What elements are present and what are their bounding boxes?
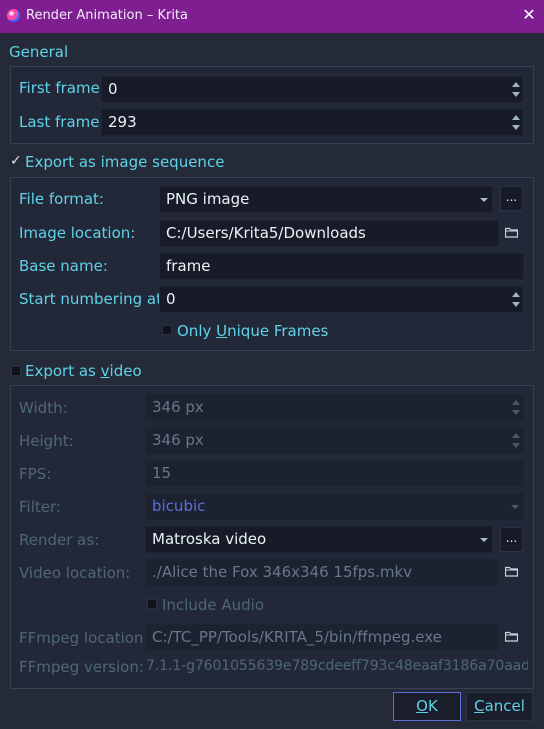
- stepper-down-icon: [512, 92, 520, 97]
- first-frame-stepper[interactable]: [510, 77, 522, 102]
- image-sequence-checkbox[interactable]: ✓: [10, 153, 22, 169]
- chevron-down-icon: [480, 198, 488, 202]
- fps-label: FPS:: [19, 465, 52, 483]
- video-location-label: Video location:: [19, 564, 131, 582]
- width-stepper[interactable]: [510, 395, 522, 420]
- image-sequence-label[interactable]: Export as image sequence: [25, 153, 224, 171]
- general-heading: General: [9, 43, 69, 61]
- export-video-checkbox[interactable]: [11, 366, 21, 376]
- folder-icon[interactable]: [500, 624, 524, 650]
- video-location-input[interactable]: ./Alice the Fox 346x346 15fps.mkv: [145, 559, 499, 586]
- include-audio-checkbox[interactable]: [147, 599, 157, 609]
- last-frame-stepper[interactable]: [510, 110, 522, 135]
- cancel-button[interactable]: Cancel: [466, 692, 533, 721]
- start-numbering-label: Start numbering at:: [19, 290, 168, 308]
- ffmpeg-version-value: 7.1.1-g7601055639e789cdeeff793c48eaaf318…: [146, 658, 528, 674]
- stepper-down-icon: [512, 443, 520, 448]
- ffmpeg-version-label: FFmpeg version:: [19, 658, 144, 676]
- render-as-options-button[interactable]: ...: [500, 527, 523, 552]
- first-frame-label: First frame:: [19, 79, 105, 97]
- file-format-label: File format:: [19, 190, 104, 208]
- stepper-up-icon: [512, 292, 520, 297]
- chevron-down-icon: [511, 505, 519, 509]
- only-unique-frames-label[interactable]: Only Unique Frames: [177, 322, 328, 340]
- stepper-down-icon: [512, 410, 520, 415]
- height-stepper[interactable]: [510, 428, 522, 453]
- image-location-input[interactable]: C:/Users/Krita5/Downloads: [159, 220, 499, 247]
- file-format-options-button[interactable]: ...: [500, 186, 523, 211]
- width-input[interactable]: 346 px: [145, 394, 524, 421]
- stepper-down-icon: [512, 302, 520, 307]
- export-video-label[interactable]: Export as video: [25, 362, 142, 380]
- render-as-label: Render as:: [19, 531, 100, 549]
- image-location-label: Image location:: [19, 224, 136, 242]
- chevron-down-icon: [480, 538, 488, 542]
- stepper-down-icon: [512, 125, 520, 130]
- window-title: Render Animation – Krita: [26, 8, 188, 23]
- base-name-input[interactable]: frame: [159, 253, 524, 280]
- base-name-label: Base name:: [19, 257, 108, 275]
- fps-input[interactable]: 15: [145, 460, 524, 487]
- folder-icon[interactable]: [500, 220, 524, 246]
- render-as-select[interactable]: Matroska video: [145, 526, 493, 553]
- start-numbering-stepper[interactable]: [510, 287, 522, 312]
- stepper-up-icon: [512, 400, 520, 405]
- height-input[interactable]: 346 px: [145, 427, 524, 454]
- ffmpeg-location-label: FFmpeg location:: [19, 629, 149, 647]
- first-frame-input[interactable]: 0: [101, 76, 523, 103]
- stepper-up-icon: [512, 433, 520, 438]
- width-label: Width:: [19, 399, 68, 417]
- include-audio-label[interactable]: Include Audio: [162, 596, 264, 614]
- close-icon[interactable]: ✕: [520, 6, 538, 24]
- height-label: Height:: [19, 432, 74, 450]
- krita-logo-icon: [7, 9, 20, 22]
- folder-icon[interactable]: [500, 559, 524, 585]
- title-bar: Render Animation – Krita ✕: [0, 0, 544, 33]
- stepper-up-icon: [512, 115, 520, 120]
- ok-button[interactable]: OK: [393, 692, 461, 721]
- last-frame-input[interactable]: 293: [101, 109, 523, 136]
- only-unique-frames-checkbox[interactable]: [162, 325, 172, 335]
- filter-select[interactable]: bicubic: [145, 493, 524, 520]
- filter-label: Filter:: [19, 498, 61, 516]
- last-frame-label: Last frame:: [19, 113, 105, 131]
- start-numbering-input[interactable]: 0: [159, 286, 523, 313]
- file-format-select[interactable]: PNG image: [159, 186, 493, 213]
- stepper-up-icon: [512, 82, 520, 87]
- ffmpeg-location-input[interactable]: C:/TC_PP/Tools/KRITA_5/bin/ffmpeg.exe: [145, 624, 499, 651]
